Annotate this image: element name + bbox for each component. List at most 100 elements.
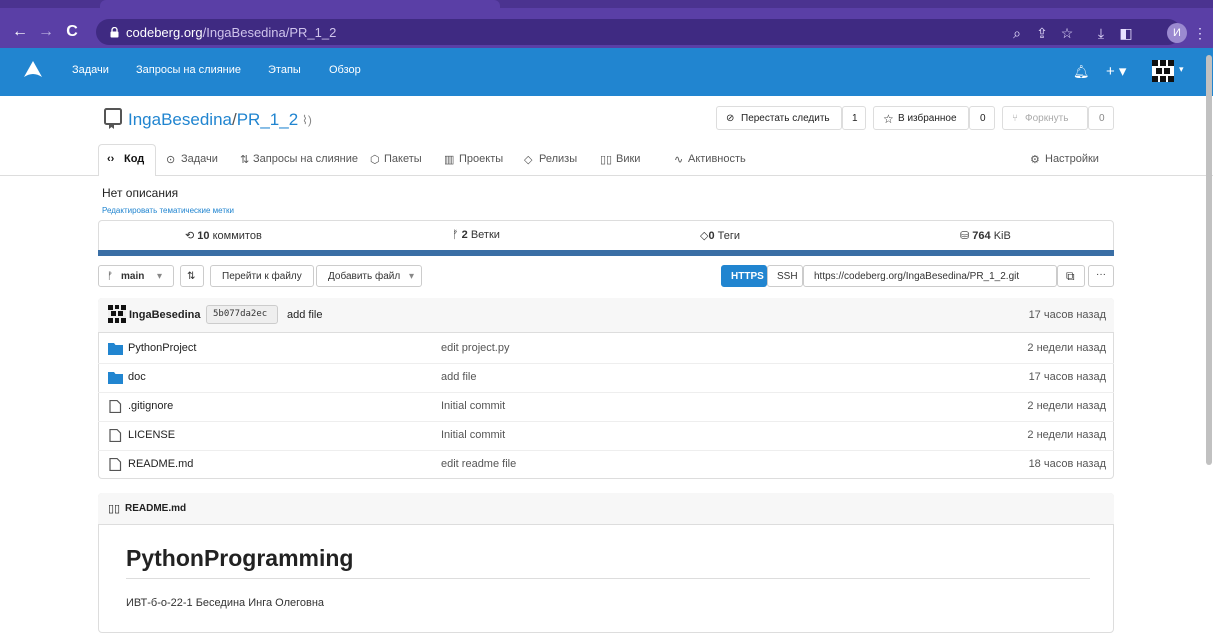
clone-url: https://codeberg.org/IngaBesedina/PR_1_2… bbox=[814, 271, 1020, 282]
fork-count-value: 0 bbox=[1099, 113, 1105, 124]
bell-icon[interactable]: 🔔︎ bbox=[1073, 64, 1090, 80]
file-name[interactable]: PythonProject bbox=[128, 342, 196, 354]
menu-dots-icon[interactable]: ⋮ bbox=[1191, 24, 1209, 42]
latest-commit-row: IngaBesedina 5b077da2ec add file 17 часо… bbox=[98, 298, 1114, 333]
codeberg-logo-icon[interactable] bbox=[22, 58, 44, 80]
user-avatar[interactable] bbox=[1152, 60, 1174, 82]
readme-header: ▯▯ README.md bbox=[98, 493, 1114, 525]
add-file-label: Добавить файл bbox=[328, 271, 401, 282]
sidepanel-icon[interactable]: ◧ bbox=[1117, 24, 1135, 42]
fork-count[interactable]: 0 bbox=[1088, 106, 1114, 130]
commit-author[interactable]: IngaBesedina bbox=[129, 309, 201, 321]
commit-message[interactable]: add file bbox=[287, 309, 322, 321]
share-icon[interactable]: ⇪ bbox=[1033, 24, 1051, 42]
repo-owner-link[interactable]: IngaBesedina bbox=[128, 110, 232, 129]
back-arrow-icon[interactable]: ← bbox=[10, 22, 30, 42]
tab-releases[interactable]: Релизы bbox=[539, 153, 577, 165]
table-row[interactable]: PythonProject edit project.py 2 недели н… bbox=[98, 334, 1114, 364]
nav-explore[interactable]: Обзор bbox=[329, 64, 361, 76]
commits-stat[interactable]: ⟲ 10 коммитов bbox=[185, 229, 262, 242]
commits-label: коммитов bbox=[212, 230, 262, 242]
tags-stat[interactable]: ◇0 Теги bbox=[700, 229, 740, 242]
tab-issues[interactable]: Задачи bbox=[181, 153, 218, 165]
url-host: codeberg.org bbox=[126, 25, 203, 40]
file-commit-message[interactable]: edit readme file bbox=[441, 458, 516, 470]
url-text[interactable]: codeberg.org/IngaBesedina/PR_1_2 bbox=[126, 25, 336, 40]
more-dots-icon: ··· bbox=[1096, 269, 1106, 280]
browser-tab[interactable] bbox=[100, 0, 500, 8]
watch-count[interactable]: 1 bbox=[842, 106, 866, 130]
compare-button[interactable]: ⇅ bbox=[180, 265, 204, 287]
tab-code-label[interactable]: Код bbox=[124, 153, 144, 165]
pull-request-icon: ⇅ bbox=[187, 271, 196, 282]
code-icon: ‹› bbox=[107, 153, 115, 165]
branches-label: Ветки bbox=[470, 229, 500, 241]
reload-icon[interactable]: C bbox=[62, 22, 82, 42]
table-row[interactable]: README.md edit readme file 18 часов наза… bbox=[98, 450, 1114, 480]
add-file-dropdown[interactable]: Добавить файл ▾ bbox=[316, 265, 422, 287]
author-avatar[interactable] bbox=[108, 305, 126, 323]
size-stat: ⛁ 764 KiB bbox=[960, 229, 1011, 242]
tab-settings[interactable]: Настройки bbox=[1045, 153, 1099, 165]
chevron-down-icon[interactable]: ▾ bbox=[1179, 64, 1184, 75]
tab-packages[interactable]: Пакеты bbox=[384, 153, 422, 165]
tags-label: Теги bbox=[717, 230, 741, 242]
file-name[interactable]: .gitignore bbox=[128, 400, 173, 412]
ssh-toggle[interactable]: SSH bbox=[767, 265, 803, 287]
bookmark-star-icon[interactable]: ☆ bbox=[1058, 24, 1076, 42]
project-icon: ▥ bbox=[444, 154, 455, 166]
settings-icon: ⚙ bbox=[1030, 154, 1040, 166]
page-scrollbar[interactable] bbox=[1206, 55, 1212, 465]
lock-icon[interactable] bbox=[110, 27, 119, 38]
star-count-value: 0 bbox=[980, 113, 986, 124]
file-commit-message[interactable]: Initial commit bbox=[441, 429, 505, 441]
tab-projects[interactable]: Проекты bbox=[459, 153, 503, 165]
goto-file-button[interactable]: Перейти к файлу bbox=[210, 265, 314, 287]
book-icon: ▯▯ bbox=[108, 503, 121, 515]
fork-label: Форкнуть bbox=[1025, 113, 1069, 124]
file-name[interactable]: README.md bbox=[128, 458, 193, 470]
file-icon bbox=[109, 458, 122, 471]
file-commit-message[interactable]: Initial commit bbox=[441, 400, 505, 412]
readme-filename[interactable]: README.md bbox=[125, 503, 186, 514]
table-row[interactable]: .gitignore Initial commit 2 недели назад bbox=[98, 392, 1114, 422]
more-button[interactable]: ··· bbox=[1088, 265, 1114, 287]
edit-topics-link[interactable]: Редактировать тематические метки bbox=[102, 206, 234, 215]
tab-pulls[interactable]: Запросы на слияние bbox=[253, 153, 358, 165]
plus-icon[interactable]: + ▾ bbox=[1106, 62, 1126, 80]
file-name[interactable]: LICENSE bbox=[128, 429, 175, 441]
rss-icon[interactable]: ⌇) bbox=[302, 113, 312, 127]
nav-pulls[interactable]: Запросы на слияние bbox=[136, 64, 241, 76]
file-name[interactable]: doc bbox=[128, 371, 146, 383]
file-commit-message[interactable]: add file bbox=[441, 371, 476, 383]
file-commit-message[interactable]: edit project.py bbox=[441, 342, 509, 354]
star-label: В избранное bbox=[898, 113, 957, 124]
file-time: 17 часов назад bbox=[1028, 371, 1106, 383]
tab-wiki[interactable]: Вики bbox=[616, 153, 640, 165]
readme-heading: PythonProgramming bbox=[126, 545, 354, 571]
tabs-divider bbox=[0, 175, 1213, 176]
size-value: 764 bbox=[972, 230, 991, 242]
fork-button[interactable]: ⑂ Форкнуть bbox=[1002, 106, 1088, 130]
file-time: 18 часов назад bbox=[1028, 458, 1106, 470]
nav-milestones[interactable]: Этапы bbox=[268, 64, 301, 76]
commit-sha-button[interactable]: 5b077da2ec bbox=[206, 305, 278, 324]
branches-stat[interactable]: ᚠ 2 Ветки bbox=[452, 229, 500, 241]
star-count[interactable]: 0 bbox=[969, 106, 995, 130]
book-icon: ▯▯ bbox=[600, 154, 613, 166]
repo-name-link[interactable]: PR_1_2 bbox=[237, 110, 298, 129]
https-toggle[interactable]: HTTPS bbox=[721, 265, 767, 287]
download-icon[interactable]: ⤓ bbox=[1092, 24, 1110, 42]
forward-arrow-icon[interactable]: → bbox=[36, 22, 56, 42]
branch-dropdown[interactable]: ᚠ main ▾ bbox=[98, 265, 174, 287]
zoom-icon[interactable]: ⌕ bbox=[1008, 24, 1026, 42]
star-button[interactable]: ☆ В избранное bbox=[873, 106, 969, 130]
tab-activity[interactable]: Активность bbox=[688, 153, 746, 165]
unwatch-button[interactable]: ⊘ Перестать следить bbox=[716, 106, 842, 130]
profile-avatar[interactable]: И bbox=[1167, 23, 1187, 43]
copy-button[interactable]: ⧉ bbox=[1057, 265, 1085, 287]
clone-url-input[interactable]: https://codeberg.org/IngaBesedina/PR_1_2… bbox=[803, 265, 1057, 287]
nav-issues[interactable]: Задачи bbox=[72, 64, 109, 76]
table-row[interactable]: LICENSE Initial commit 2 недели назад bbox=[98, 421, 1114, 451]
table-row[interactable]: doc add file 17 часов назад bbox=[98, 363, 1114, 393]
